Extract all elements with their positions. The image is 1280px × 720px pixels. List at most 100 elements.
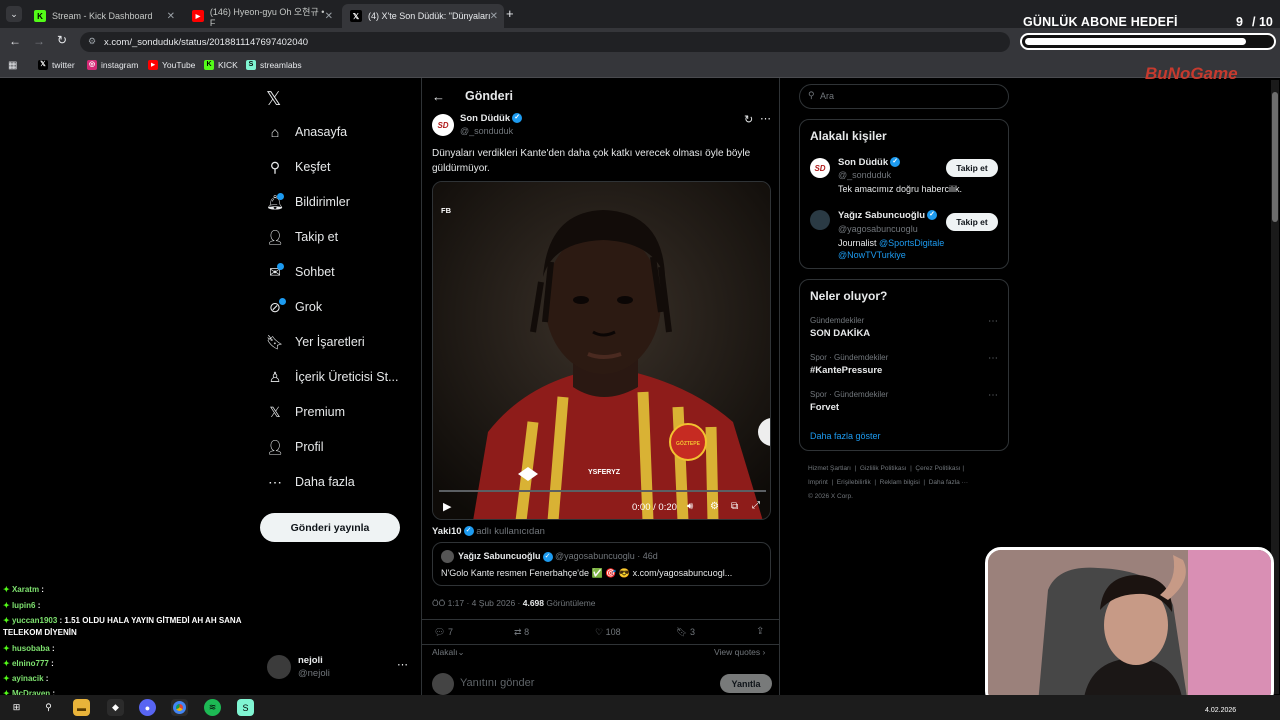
footer-link[interactable]: Erişilebilirlik	[837, 479, 871, 486]
grok-icon[interactable]: ↻	[744, 113, 753, 126]
more-icon[interactable]: ⋯	[988, 316, 998, 327]
trend-item[interactable]: Gündemdekiler SON DAKİKA ⋯	[800, 314, 1008, 348]
more-icon[interactable]: ⋯	[760, 112, 771, 125]
author-handle[interactable]: @_sonduduk	[460, 126, 513, 136]
search-input[interactable]: Ara	[820, 91, 834, 101]
nav-item-label: Anasayfa	[295, 125, 348, 139]
sort-relevant[interactable]: Alakalı⌄	[432, 647, 465, 658]
tab-search-icon[interactable]: ⌄	[6, 6, 22, 22]
follow-button[interactable]: Takip et	[946, 159, 998, 177]
bookmark-twitter[interactable]: 𝕏 twitter	[38, 60, 75, 70]
footer-link[interactable]: Imprint	[808, 479, 828, 486]
chat-separator: :	[39, 585, 44, 594]
bookmark-kick[interactable]: K KICK	[204, 60, 238, 70]
footer-link[interactable]: Çerez Politikası	[915, 465, 960, 472]
site-info-icon[interactable]: ⚙	[88, 36, 96, 47]
volume-icon[interactable]: 🔊︎	[687, 501, 693, 512]
search-box[interactable]: ⚲ Ara	[799, 84, 1009, 109]
reply-submit-button[interactable]: Yanıtla	[720, 674, 772, 693]
close-tab-icon[interactable]: ✕	[167, 11, 175, 22]
nav-item-takip-et[interactable]: 👤︎ Takip et	[266, 228, 338, 246]
tab-kick-dashboard[interactable]: K Stream - Kick Dashboard ✕	[26, 4, 181, 28]
more-icon[interactable]: ⋯	[988, 390, 998, 401]
footer-link[interactable]: Reklam bilgisi	[880, 479, 920, 486]
reply-input[interactable]: Yanıtını gönder	[460, 677, 534, 689]
file-explorer-icon[interactable]: ▬	[73, 699, 90, 716]
post-time[interactable]: ÖÖ 1:17 · 4 Şub 2026 ·	[432, 598, 520, 608]
chat-badge-icon: ✦	[3, 644, 12, 653]
tab-youtube[interactable]: ▶ (146) Hyeon-gyu Oh 오현규 • F ✕	[184, 4, 339, 28]
person-name[interactable]: Yağız Sabuncuoğlu ✓	[838, 210, 938, 221]
more-icon[interactable]: ⋯	[988, 353, 998, 364]
follow-button[interactable]: Takip et	[946, 213, 998, 231]
play-icon[interactable]: ▶	[443, 500, 451, 513]
tab-x-post[interactable]: 𝕏 (4) X'te Son Düdük: "Dünyaları ✕	[342, 4, 504, 28]
heart-icon: ♡	[595, 627, 604, 637]
forward-arrow-icon[interactable]: →	[33, 34, 45, 48]
nav-item-profil[interactable]: 👤︎ Profil	[266, 438, 323, 456]
post-button[interactable]: Gönderi yayınla	[260, 513, 400, 542]
avatar[interactable]: SD	[810, 158, 830, 178]
windows-start-icon[interactable]: ⊞	[8, 699, 25, 716]
pip-icon[interactable]: ⧉	[731, 501, 738, 512]
avatar[interactable]	[810, 210, 830, 230]
streamlabs-icon[interactable]: S	[237, 699, 254, 716]
view-quotes-link[interactable]: View quotes ›	[714, 647, 765, 657]
author-name[interactable]: Son Düdük ✓	[460, 113, 523, 124]
chat-username: ayinacik	[11, 674, 44, 683]
footer-link[interactable]: Hizmet Şartları	[808, 465, 851, 472]
apps-grid-icon[interactable]: ▦	[8, 60, 17, 71]
credit-name[interactable]: Yaki10	[432, 526, 462, 537]
nav-item-keşfet[interactable]: ⚲ Keşfet	[266, 158, 331, 176]
chat-message: ✦ elnino777 :	[3, 658, 253, 670]
like-button[interactable]: ♡ 108	[595, 627, 621, 638]
nav-item-premium[interactable]: 𝕏 Premium	[266, 403, 345, 421]
bookmark-youtube[interactable]: ▶ YouTube	[148, 60, 195, 70]
spotify-icon[interactable]: ≋	[204, 699, 221, 716]
scrollbar-thumb[interactable]	[1272, 92, 1278, 222]
reload-icon[interactable]: ↻	[57, 33, 67, 47]
nav-item-label: Bildirimler	[295, 195, 350, 209]
discord-icon[interactable]: ●	[139, 699, 156, 716]
video-player[interactable]: GÖZTEPE YSFERYZ FB ▶ 0:00 / 0:20 🔊︎ ⚙ ⧉ …	[432, 181, 771, 520]
address-bar[interactable]: ⚙ x.com/_sonduduk/status/201881114769740…	[80, 32, 1010, 52]
trend-item[interactable]: Spor · Gündemdekiler Forvet ⋯	[800, 388, 1008, 422]
footer-link[interactable]: Daha fazla ···	[929, 479, 968, 486]
back-arrow-icon[interactable]: ←	[9, 34, 21, 48]
show-more-link[interactable]: Daha fazla göster	[810, 431, 881, 441]
trend-item[interactable]: Spor · Gündemdekiler #KantePressure ⋯	[800, 351, 1008, 385]
close-tab-icon[interactable]: ✕	[490, 11, 498, 22]
bio-link[interactable]: @SportsDigitale	[879, 238, 944, 248]
account-switcher[interactable]: nejoli @nejoli ⋯	[265, 652, 415, 682]
settings-icon[interactable]: ⚙	[710, 501, 719, 512]
bio-link[interactable]: @NowTVTurkiye	[838, 250, 906, 260]
video-scrubber[interactable]	[439, 490, 766, 492]
repost-button[interactable]: ⇄ 8	[514, 627, 529, 638]
nav-item-anasayfa[interactable]: ⌂ Anasayfa	[266, 123, 347, 141]
tab-label: (146) Hyeon-gyu Oh 오현규 • F	[209, 6, 325, 28]
share-icon[interactable]: ⇪	[756, 626, 764, 637]
bookmark-instagram[interactable]: ◎ instagram	[87, 60, 138, 70]
bookmark-button[interactable]: 🔖︎ 3	[676, 627, 695, 638]
author-avatar[interactable]: SD	[432, 114, 454, 136]
bookmark-streamlabs[interactable]: S streamlabs	[246, 60, 302, 70]
nav-item-daha-fazla[interactable]: ⋯ Daha fazla	[266, 473, 355, 491]
search-icon[interactable]: ⚲	[40, 699, 57, 716]
nav-item-grok[interactable]: ⊘ Grok	[266, 298, 322, 316]
quoted-post[interactable]: Yağız Sabuncuoğlu ✓ @yagosabuncuoglu · 46…	[432, 542, 771, 586]
nav-item-yer-i-şaretleri[interactable]: 🔖︎ Yer İşaretleri	[266, 333, 365, 351]
close-tab-icon[interactable]: ✕	[325, 11, 333, 22]
more-icon[interactable]: ⋯	[397, 658, 408, 671]
app-icon[interactable]: ◆	[107, 699, 124, 716]
person-name[interactable]: Son Düdük ✓	[838, 157, 901, 168]
reply-button[interactable]: 💬︎ 7	[434, 627, 453, 638]
x-logo-icon[interactable]: 𝕏	[266, 88, 281, 111]
footer-link[interactable]: Gizlilik Politikası	[860, 465, 907, 472]
chrome-icon[interactable]	[171, 699, 188, 716]
fullscreen-icon[interactable]: ⤢	[752, 500, 760, 511]
back-arrow-icon[interactable]: ←	[432, 89, 445, 104]
new-tab-button[interactable]: +	[506, 6, 514, 21]
subscriber-goal-widget: GÜNLÜK ABONE HEDEFİ 9 / 10	[1020, 0, 1280, 56]
notification-dot	[279, 298, 286, 305]
nav-item-i-çerik-üreticisi-st[interactable]: ♙ İçerik Üreticisi St...	[266, 368, 399, 386]
